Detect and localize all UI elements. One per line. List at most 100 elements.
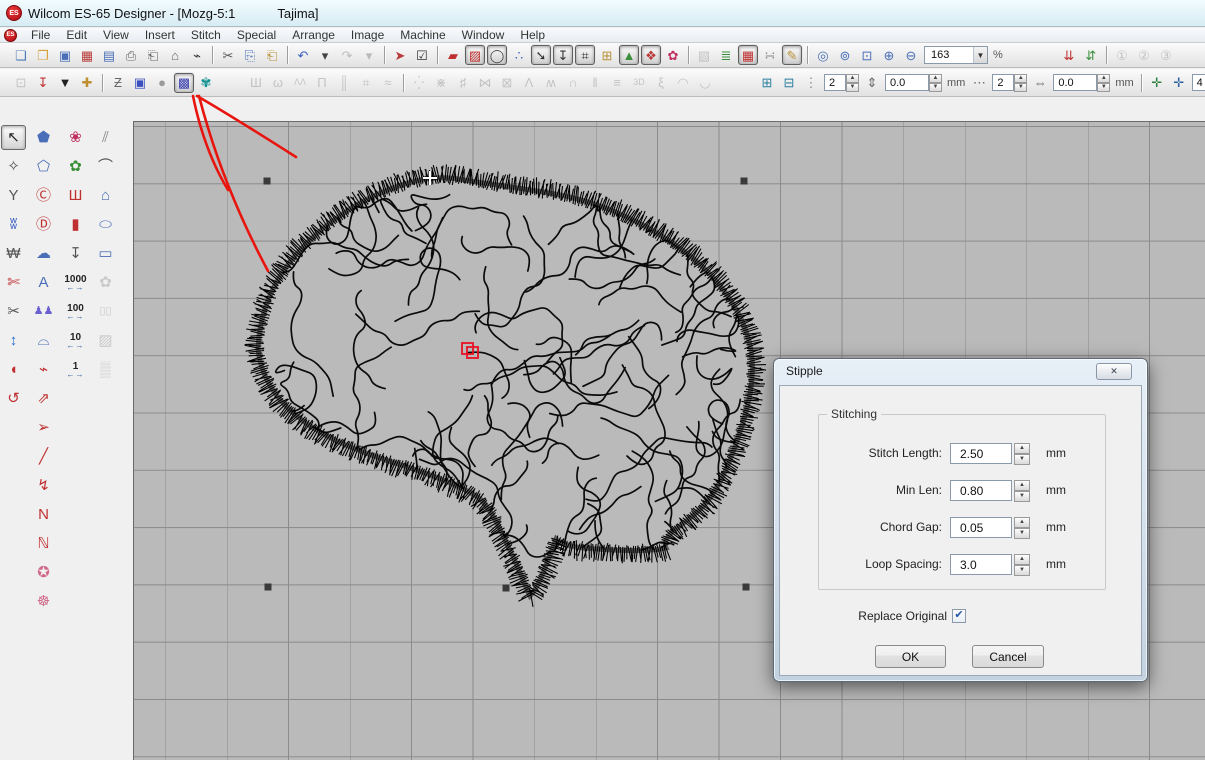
- select-tool[interactable]: ↖: [1, 125, 26, 150]
- menu-stitch[interactable]: Stitch: [183, 28, 229, 43]
- zoom-in-icon[interactable]: ⊕: [879, 45, 899, 65]
- travel-10-tool[interactable]: 10←→: [63, 328, 88, 353]
- show-penetrations-icon[interactable]: ∴: [509, 45, 529, 65]
- stitch-width-tool[interactable]: ₩: [1, 241, 26, 266]
- show-appliques-icon[interactable]: ✿: [663, 45, 683, 65]
- spinner-control[interactable]: ▲▼: [1014, 517, 1030, 538]
- remove-stitch-tool[interactable]: ✄: [1, 270, 26, 295]
- zoom-box-icon[interactable]: ⊡: [857, 45, 877, 65]
- travel-1000-tool[interactable]: 1000←→: [63, 270, 88, 295]
- arc-tool[interactable]: ⌒: [93, 154, 118, 179]
- mirror-merge-tool[interactable]: ❀: [63, 125, 88, 150]
- jump-stitch-tool[interactable]: ⇗: [31, 386, 56, 411]
- stitch-cursor-icon[interactable]: ➤: [390, 45, 410, 65]
- stipple-fill-button[interactable]: ▩: [174, 73, 194, 93]
- add-points-icon[interactable]: ✛: [1147, 73, 1167, 93]
- value-field[interactable]: 2: [992, 74, 1014, 91]
- stitch-length-input[interactable]: 2.50: [950, 443, 1012, 464]
- save-design-icon[interactable]: ▣: [55, 45, 75, 65]
- cut-stitch-tool[interactable]: ✂: [1, 299, 26, 324]
- closed-object-tool[interactable]: Ⓒ: [31, 183, 56, 208]
- menu-view[interactable]: View: [95, 28, 137, 43]
- loop-spacing-input[interactable]: 3.0: [950, 554, 1012, 575]
- design-notes-button[interactable]: ✎: [782, 45, 802, 65]
- new-design-icon[interactable]: ❏: [11, 45, 31, 65]
- arrow-run-tool[interactable]: ➢: [31, 415, 56, 440]
- pointer-mode-button[interactable]: ➘: [531, 45, 551, 65]
- bolt-run-tool[interactable]: ↯: [31, 473, 56, 498]
- insert-design-icon[interactable]: ▤: [99, 45, 119, 65]
- reshape-object-tool[interactable]: ⬠: [31, 154, 56, 179]
- zoom-combobox[interactable]: 163▼: [924, 46, 988, 64]
- buttonhole-tool[interactable]: ✪: [31, 560, 56, 585]
- ellipse-tool[interactable]: ⬭: [93, 212, 118, 237]
- penetration-tool[interactable]: ↧: [63, 241, 88, 266]
- menu-file[interactable]: File: [23, 28, 58, 43]
- n-satin-tool[interactable]: ℕ: [31, 531, 56, 556]
- polygon-select-tool[interactable]: ✧: [1, 154, 26, 179]
- stitch-machine-icon[interactable]: ⌂: [165, 45, 185, 65]
- spinner-control[interactable]: ▲▼: [1014, 443, 1030, 464]
- spinner-control[interactable]: ▲▼: [1014, 480, 1030, 501]
- hoop-ruler-icon[interactable]: ⊞: [597, 45, 617, 65]
- menu-insert[interactable]: Insert: [137, 28, 183, 43]
- figure-pair-tool[interactable]: ♟♟: [31, 299, 56, 324]
- document-icon[interactable]: ES: [4, 29, 17, 42]
- selection-handle[interactable]: [264, 178, 271, 185]
- add-points-2-icon[interactable]: ✛: [1169, 73, 1189, 93]
- menu-arrange[interactable]: Arrange: [284, 28, 343, 43]
- nudge-tool[interactable]: ↕: [1, 328, 26, 353]
- travel-1-tool[interactable]: 1←→: [63, 357, 88, 382]
- travel-100-tool[interactable]: 100←→: [63, 299, 88, 324]
- spiral-fill-icon[interactable]: ▣: [130, 73, 150, 93]
- min-len-input[interactable]: 0.80: [950, 480, 1012, 501]
- fan-tool[interactable]: ◖: [1, 357, 26, 382]
- show-vectors-button[interactable]: ❖: [641, 45, 661, 65]
- menu-window[interactable]: Window: [454, 28, 513, 43]
- cap-frame-tool[interactable]: ⌓: [31, 328, 56, 353]
- menu-help[interactable]: Help: [512, 28, 553, 43]
- value-field[interactable]: 2: [824, 74, 846, 91]
- open-object-tool[interactable]: Y: [1, 183, 26, 208]
- chevron-down-icon[interactable]: ▼: [973, 47, 987, 63]
- branch-tool[interactable]: ✿: [63, 154, 88, 179]
- zoom-out-icon[interactable]: ⊖: [901, 45, 921, 65]
- show-stitches-button[interactable]: ▨: [465, 45, 485, 65]
- insert-stitch-icon[interactable]: ↧: [33, 73, 53, 93]
- reshape-tool[interactable]: ⬟: [31, 125, 56, 150]
- dialog-close-button[interactable]: ✕: [1096, 363, 1132, 380]
- thread-colors-icon[interactable]: ≣: [716, 45, 736, 65]
- stitch-patch-icon[interactable]: ▰: [443, 45, 463, 65]
- line-run-tool[interactable]: ╱: [31, 444, 56, 469]
- run-stitch-tool[interactable]: ʬ: [1, 212, 26, 237]
- undo-icon[interactable]: ↶: [293, 45, 313, 65]
- undo-dropdown-icon[interactable]: ▾: [315, 45, 335, 65]
- complex-fill-tool[interactable]: ⌂: [93, 183, 118, 208]
- cut-icon[interactable]: ✂: [218, 45, 238, 65]
- spinner-control[interactable]: ▲▼: [846, 74, 859, 91]
- selection-handle[interactable]: [741, 178, 748, 185]
- menu-special[interactable]: Special: [229, 28, 284, 43]
- show-grid-button[interactable]: ⌗: [575, 45, 595, 65]
- zoom-factor-icon[interactable]: ◎: [813, 45, 833, 65]
- dot-fill-icon[interactable]: ●: [152, 73, 172, 93]
- open-design-icon[interactable]: ❐: [33, 45, 53, 65]
- connect-machine-icon[interactable]: ⌁: [187, 45, 207, 65]
- small-stitch-filter-icon[interactable]: Ƶ: [108, 73, 128, 93]
- paste-icon[interactable]: ⎗: [262, 45, 282, 65]
- auto-select-icon[interactable]: ☑: [412, 45, 432, 65]
- show-bitmap-button[interactable]: ▲: [619, 45, 639, 65]
- stitch-edit-icon[interactable]: ▼: [55, 73, 75, 93]
- zoom-1to1-icon[interactable]: ⊚: [835, 45, 855, 65]
- selection-handle[interactable]: [503, 585, 510, 592]
- spinner-control[interactable]: ▲▼: [1014, 74, 1027, 91]
- blob-tool[interactable]: ☁: [31, 241, 56, 266]
- zigzag-run-tool[interactable]: Ш: [63, 183, 88, 208]
- rectangle-tool[interactable]: ▭: [93, 241, 118, 266]
- lettering-tool[interactable]: A: [31, 270, 56, 295]
- spacing-dots-icon[interactable]: ⋮: [801, 73, 821, 93]
- align-horizontal-icon[interactable]: ⊞: [757, 73, 777, 93]
- cancel-button[interactable]: Cancel: [972, 645, 1044, 668]
- value-field[interactable]: 0.0: [1053, 74, 1097, 91]
- outline-shape-icon[interactable]: ✾: [196, 73, 216, 93]
